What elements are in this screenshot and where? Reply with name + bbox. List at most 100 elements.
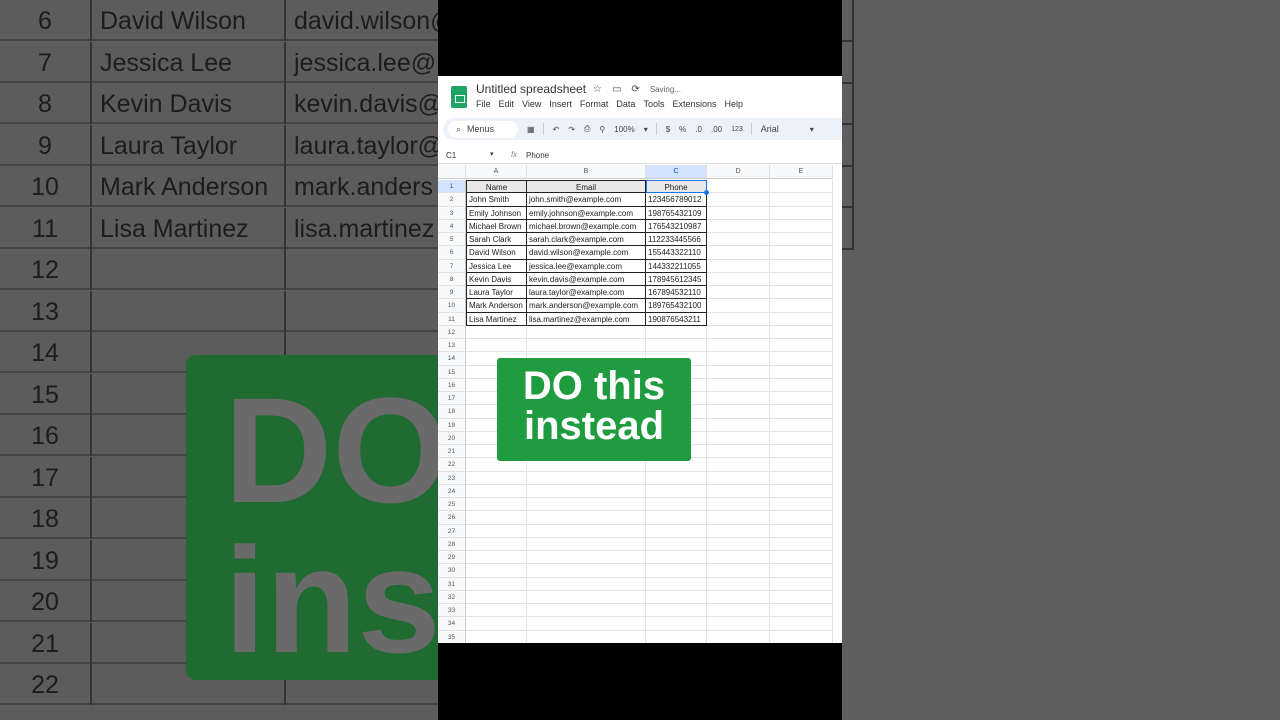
cell[interactable]: Mark Anderson xyxy=(466,299,527,313)
row-header[interactable]: 30 xyxy=(438,564,466,578)
undo-icon[interactable]: ↶ xyxy=(553,125,560,134)
star-icon[interactable]: ☆ xyxy=(593,84,602,95)
cell[interactable]: David Wilson xyxy=(466,246,527,260)
empty-cell[interactable] xyxy=(707,312,770,326)
empty-cell[interactable] xyxy=(707,551,770,565)
menu-insert[interactable]: Insert xyxy=(549,99,572,109)
cell[interactable]: 112233445566 xyxy=(646,233,707,247)
row-header[interactable]: 32 xyxy=(438,590,466,604)
cell[interactable]: Laura Taylor xyxy=(466,286,527,300)
cell[interactable]: John Smith xyxy=(466,193,527,207)
empty-cell[interactable] xyxy=(527,339,646,353)
empty-cell[interactable] xyxy=(707,590,770,604)
empty-cell[interactable] xyxy=(770,352,833,366)
empty-cell[interactable] xyxy=(707,339,770,353)
row-header[interactable]: 33 xyxy=(438,604,466,618)
row-header[interactable]: 11 xyxy=(438,312,466,326)
menu-search[interactable]: ⌕ Menus xyxy=(448,120,518,138)
empty-cell[interactable] xyxy=(646,604,707,618)
empty-cell[interactable] xyxy=(646,498,707,512)
empty-cell[interactable] xyxy=(646,577,707,591)
empty-cell[interactable] xyxy=(707,219,770,233)
empty-cell[interactable] xyxy=(707,524,770,538)
empty-cell[interactable] xyxy=(466,325,527,339)
row-header[interactable]: 17 xyxy=(438,392,466,406)
row-header[interactable]: 26 xyxy=(438,511,466,525)
empty-cell[interactable] xyxy=(770,564,833,578)
empty-cell[interactable] xyxy=(527,524,646,538)
empty-cell[interactable] xyxy=(466,604,527,618)
empty-cell[interactable] xyxy=(707,378,770,392)
cell[interactable]: Jessica Lee xyxy=(466,259,527,273)
row-header[interactable]: 15 xyxy=(438,365,466,379)
move-folder-icon[interactable]: ▭ xyxy=(612,84,621,95)
row-header[interactable]: 5 xyxy=(438,233,466,247)
empty-cell[interactable] xyxy=(527,484,646,498)
print-icon[interactable]: ⎙ xyxy=(584,124,590,134)
empty-cell[interactable] xyxy=(770,498,833,512)
empty-cell[interactable] xyxy=(466,498,527,512)
menu-tools[interactable]: Tools xyxy=(643,99,664,109)
empty-cell[interactable] xyxy=(646,471,707,485)
empty-cell[interactable] xyxy=(527,577,646,591)
menu-format[interactable]: Format xyxy=(580,99,609,109)
row-header[interactable]: 2 xyxy=(438,193,466,207)
empty-cell[interactable] xyxy=(466,630,527,643)
currency-button[interactable]: $ xyxy=(666,125,670,134)
cell[interactable]: 176543210987 xyxy=(646,219,707,233)
cell[interactable]: 167894532110 xyxy=(646,286,707,300)
empty-cell[interactable] xyxy=(646,484,707,498)
cell[interactable]: jessica.lee@example.com xyxy=(527,259,646,273)
row-header[interactable]: 31 xyxy=(438,577,466,591)
empty-cell[interactable] xyxy=(770,193,833,207)
empty-cell[interactable] xyxy=(770,405,833,419)
empty-cell[interactable] xyxy=(646,564,707,578)
empty-cell[interactable] xyxy=(770,431,833,445)
cell[interactable]: 189765432100 xyxy=(646,299,707,313)
row-header[interactable]: 14 xyxy=(438,352,466,366)
empty-cell[interactable] xyxy=(646,537,707,551)
increase-decimal-button[interactable]: .00 xyxy=(711,125,722,134)
cell[interactable]: Name xyxy=(466,180,527,194)
cell[interactable]: 144332211055 xyxy=(646,259,707,273)
empty-cell[interactable] xyxy=(527,471,646,485)
empty-cell[interactable] xyxy=(707,484,770,498)
empty-cell[interactable] xyxy=(466,471,527,485)
cell[interactable]: 190876543211 xyxy=(646,312,707,326)
font-select[interactable]: Arial xyxy=(761,124,801,134)
empty-cell[interactable] xyxy=(770,551,833,565)
empty-cell[interactable] xyxy=(646,325,707,339)
row-header[interactable]: 7 xyxy=(438,259,466,273)
menu-help[interactable]: Help xyxy=(724,99,743,109)
empty-cell[interactable] xyxy=(707,180,770,194)
cell[interactable]: emily.johnson@example.com xyxy=(527,206,646,220)
empty-cell[interactable] xyxy=(770,206,833,220)
empty-cell[interactable] xyxy=(770,617,833,631)
empty-cell[interactable] xyxy=(707,193,770,207)
empty-cell[interactable] xyxy=(707,604,770,618)
cell[interactable]: Email xyxy=(527,180,646,194)
row-header[interactable]: 20 xyxy=(438,431,466,445)
empty-cell[interactable] xyxy=(770,312,833,326)
column-header-B[interactable]: B xyxy=(527,165,646,179)
empty-cell[interactable] xyxy=(770,604,833,618)
empty-cell[interactable] xyxy=(707,272,770,286)
empty-cell[interactable] xyxy=(770,458,833,472)
empty-cell[interactable] xyxy=(707,537,770,551)
empty-cell[interactable] xyxy=(770,418,833,432)
cell[interactable]: david.wilson@example.com xyxy=(527,246,646,260)
empty-cell[interactable] xyxy=(707,286,770,300)
empty-cell[interactable] xyxy=(770,590,833,604)
cell[interactable]: Lisa Martinez xyxy=(466,312,527,326)
column-header-C[interactable]: C xyxy=(646,165,707,179)
select-all-corner[interactable] xyxy=(438,165,466,179)
empty-cell[interactable] xyxy=(770,299,833,313)
cell[interactable]: 198765432109 xyxy=(646,206,707,220)
empty-cell[interactable] xyxy=(466,339,527,353)
row-header[interactable]: 34 xyxy=(438,617,466,631)
empty-cell[interactable] xyxy=(770,471,833,485)
cell[interactable]: Sarah Clark xyxy=(466,233,527,247)
chevron-down-icon[interactable]: ▾ xyxy=(490,150,494,158)
cell[interactable]: kevin.davis@example.com xyxy=(527,272,646,286)
empty-cell[interactable] xyxy=(527,590,646,604)
